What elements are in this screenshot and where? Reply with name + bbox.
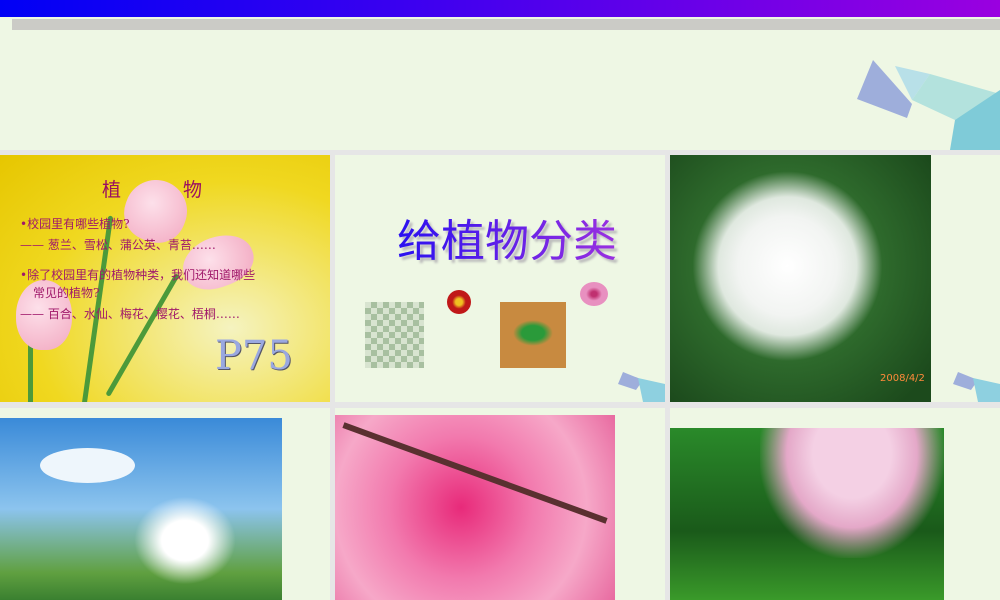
date-stamp: 2008/4/2 <box>880 373 925 384</box>
slide-title: 给植物分类 <box>397 205 617 269</box>
daffodils-photo <box>0 418 282 600</box>
slide-weeping-cherry[interactable] <box>670 408 1000 600</box>
question-2: •除了校园里有的植物种类，我们还知道哪些 <box>20 268 256 282</box>
leaf-clipart <box>365 302 424 368</box>
slide-cherry-blossoms[interactable] <box>335 408 665 600</box>
slide-daffodils[interactable] <box>0 408 330 600</box>
answer-1: —— 葱兰、雪松、蒲公英、青苔…… <box>20 238 216 252</box>
geometric-decoration-icon <box>857 60 1000 150</box>
hibiscus-clipart <box>580 282 608 306</box>
geometric-decoration-icon <box>618 372 665 402</box>
slide-title: 植物 <box>102 179 265 201</box>
page-reference: P75 <box>215 333 293 379</box>
slide-banner[interactable] <box>0 0 1000 150</box>
question-2-cont: 常见的植物? <box>33 286 100 300</box>
question-1: •校园里有哪些植物? <box>20 217 130 231</box>
geometric-decoration-icon <box>953 372 1000 402</box>
white-azalea-photo: 2008/4/2 <box>670 155 931 402</box>
agave-clipart <box>500 302 566 368</box>
gray-strip <box>12 19 1000 30</box>
camellia-clipart <box>447 290 471 314</box>
cherry-blossom-photo <box>335 415 615 600</box>
slide-plants-intro[interactable]: 植物 •校园里有哪些植物? —— 葱兰、雪松、蒲公英、青苔…… •除了校园里有的… <box>0 155 330 402</box>
weeping-cherry-photo <box>670 428 944 600</box>
slide-azalea[interactable]: 2008/4/2 <box>670 155 1000 402</box>
answer-2: —— 百合、水仙、梅花、樱花、梧桐…… <box>20 307 240 321</box>
slide-classify-plants[interactable]: 给植物分类 <box>335 155 665 402</box>
title-gradient-bar <box>0 0 1000 17</box>
